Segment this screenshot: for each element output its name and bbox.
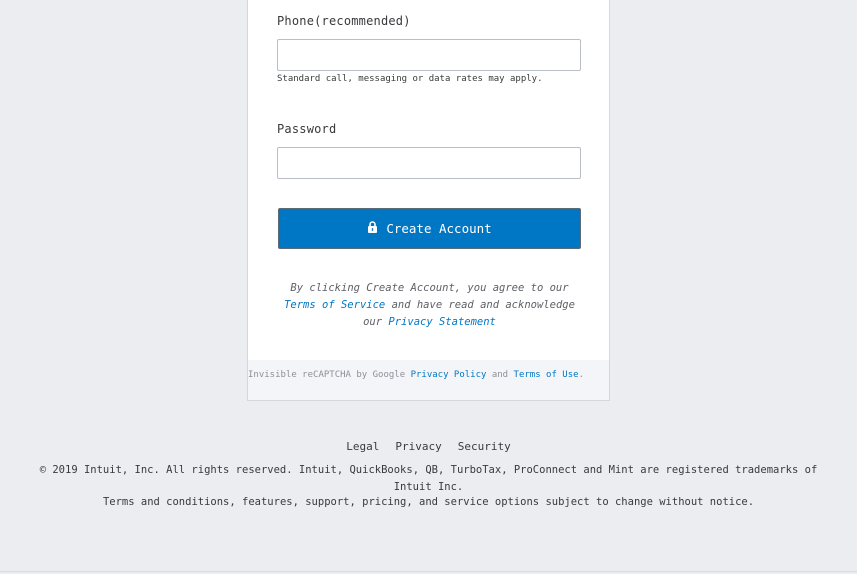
password-input[interactable]: [277, 147, 581, 179]
create-account-button[interactable]: Create Account: [278, 208, 581, 249]
lock-icon: [368, 221, 378, 233]
bottom-divider: [0, 571, 857, 572]
agreement-middle: and have read and acknowledge: [391, 299, 575, 311]
privacy-statement-link[interactable]: Privacy Statement: [388, 316, 495, 328]
agreement-text: By clicking Create Account, you agree to…: [268, 280, 591, 331]
signup-card: Phone(recommended) Standard call, messag…: [247, 0, 610, 401]
copyright-text: © 2019 Intuit, Inc. All rights reserved.…: [39, 464, 818, 493]
phone-hint: Standard call, messaging or data rates m…: [277, 74, 543, 84]
terms-notice: Terms and conditions, features, support,…: [102, 496, 755, 508]
footer-link-legal[interactable]: Legal: [346, 440, 379, 453]
recaptcha-suffix: .: [578, 370, 584, 380]
recaptcha-terms-link[interactable]: Terms of Use: [514, 370, 579, 380]
agreement-line1: By clicking Create Account, you agree to…: [290, 282, 569, 294]
recaptcha-privacy-link[interactable]: Privacy Policy: [411, 370, 487, 380]
footer-links: Legal Privacy Security: [0, 440, 857, 453]
recaptcha-and: and: [491, 370, 509, 380]
agreement-our: our: [363, 316, 383, 328]
footer-link-privacy[interactable]: Privacy: [395, 440, 441, 453]
terms-of-service-link[interactable]: Terms of Service: [284, 299, 385, 311]
recaptcha-prefix: Invisible reCAPTCHA by Google: [248, 370, 406, 380]
password-label: Password: [277, 122, 337, 136]
phone-label: Phone(recommended): [277, 14, 411, 28]
create-account-label: Create Account: [386, 221, 492, 236]
footer-link-security[interactable]: Security: [458, 440, 511, 453]
phone-input[interactable]: [277, 39, 581, 71]
recaptcha-notice: Invisible reCAPTCHA by Google Privacy Po…: [248, 360, 609, 400]
